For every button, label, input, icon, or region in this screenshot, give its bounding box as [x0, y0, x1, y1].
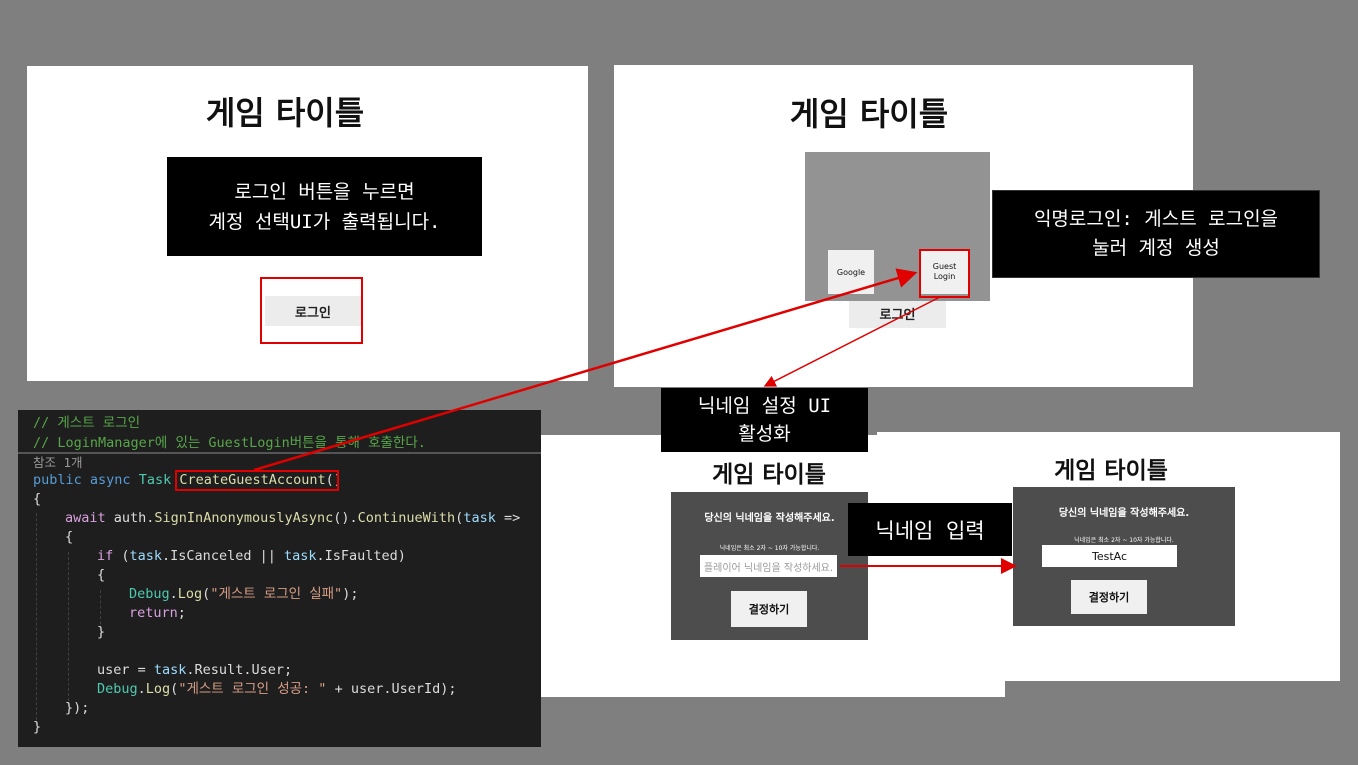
- anonymous-note-line1: 익명로그인: 게스트 로그인을: [1033, 208, 1279, 230]
- nickname-input[interactable]: 플레이어 닉네임을 작성하세요.: [700, 555, 837, 577]
- guest-button-highlight: [919, 249, 970, 298]
- game-title: 게임 타이틀: [1054, 458, 1168, 484]
- game-title: 게임 타이틀: [789, 95, 949, 133]
- nickname-prompt: 당신의 닉네임을 작성해주세요.: [704, 513, 835, 524]
- code-comment: // LoginManager에 있는 GuestLogin버튼을 통해 호출한…: [33, 435, 426, 451]
- login-button-highlight: [260, 277, 363, 344]
- nickname-ui-callout: 닉네임 설정 UI 활성화: [661, 388, 868, 452]
- google-login-button[interactable]: Google: [828, 250, 874, 294]
- code-close-paren: });: [65, 700, 90, 716]
- login-note: 로그인 버튼을 누르면 계정 선택UI가 출력됩니다.: [167, 157, 482, 256]
- login-note-line1: 로그인 버튼을 누르면: [234, 180, 415, 203]
- login-note-line2: 계정 선택UI가 출력됩니다.: [208, 210, 441, 233]
- nickname-prompt: 당신의 닉네임을 작성해주세요.: [1058, 508, 1190, 519]
- method-highlight: [175, 470, 339, 491]
- anonymous-login-note: 익명로그인: 게스트 로그인을 눌러 계정 생성: [992, 190, 1320, 278]
- indent-guide: [68, 552, 69, 706]
- nickname-dialog: 당신의 닉네임을 작성해주세요. 닉네임은 최소 2자 ~ 10자 가능합니다.…: [671, 492, 868, 640]
- code-brace: }: [97, 624, 106, 640]
- nickname-rule: 닉네임은 최소 2자 ~ 10자 가능합니다.: [1074, 537, 1174, 544]
- nickname-input[interactable]: TestAc: [1042, 545, 1177, 567]
- login-screen-panel: 게임 타이틀 로그인 버튼을 누르면 계정 선택UI가 출력됩니다. 로그인: [27, 66, 588, 381]
- nickname-rule: 닉네임은 최소 2자 ~ 10자 가능합니다.: [719, 545, 820, 552]
- code-editor: // 게스트 로그인 // LoginManager에 있는 GuestLogi…: [18, 410, 541, 747]
- callout-line1: 닉네임 설정 UI: [697, 395, 832, 417]
- code-brace: }: [33, 719, 42, 735]
- callout-line2: 활성화: [738, 423, 791, 445]
- code-debug-success: Debug.Log("게스트 로그인 성공: " + user.UserId);: [97, 681, 457, 697]
- code-await-line: await auth.SignInAnonymouslyAsync().Cont…: [65, 510, 521, 526]
- code-debug-fail: Debug.Log("게스트 로그인 실패");: [129, 586, 359, 602]
- code-brace: {: [33, 491, 42, 507]
- code-comment: // 게스트 로그인: [33, 415, 141, 431]
- indent-guide: [36, 513, 37, 725]
- code-return: return;: [129, 605, 186, 621]
- login-button[interactable]: 로그인: [849, 298, 946, 328]
- code-if-line: if (task.IsCanceled || task.IsFaulted): [97, 548, 406, 564]
- anonymous-note-line2: 눌러 계정 생성: [1092, 237, 1220, 259]
- confirm-button[interactable]: 결정하기: [1071, 580, 1147, 614]
- nickname-input-callout: 닉네임 입력: [848, 503, 1012, 556]
- code-brace: {: [97, 567, 106, 583]
- nickname-dialog-filled: 당신의 닉네임을 작성해주세요. 닉네임은 최소 2자 ~ 10자 가능합니다.…: [1013, 487, 1235, 626]
- code-brace: {: [65, 529, 74, 545]
- code-reference-count[interactable]: 참조 1개: [33, 453, 83, 472]
- game-title: 게임 타이틀: [205, 94, 365, 132]
- game-title: 게임 타이틀: [712, 462, 826, 488]
- confirm-button[interactable]: 결정하기: [731, 591, 807, 627]
- code-user-assign: user = task.Result.User;: [97, 662, 293, 678]
